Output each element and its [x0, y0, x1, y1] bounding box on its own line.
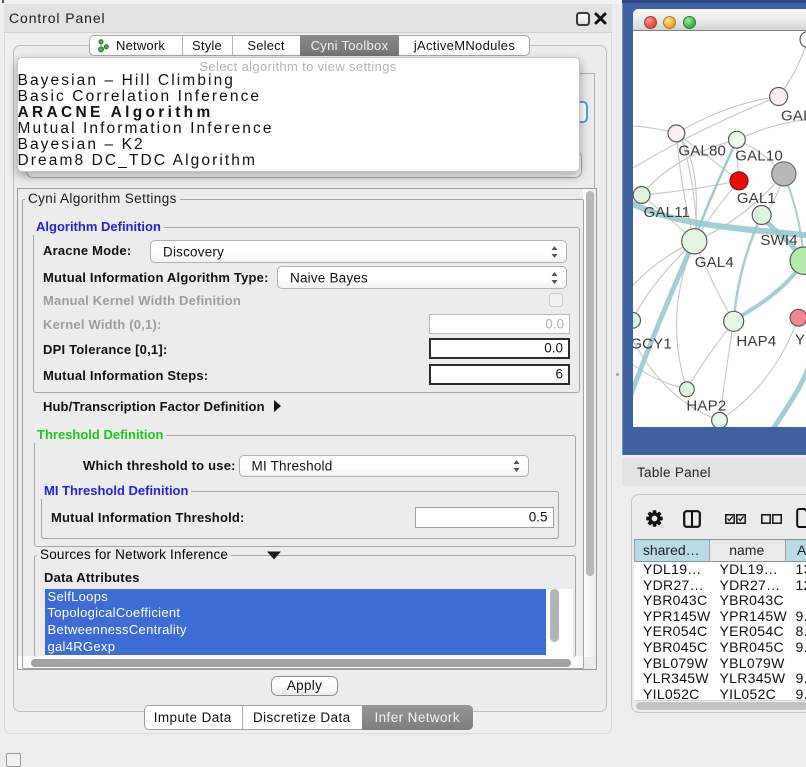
svg-text:GAL4: GAL4	[695, 254, 734, 271]
svg-text:GAL1: GAL1	[737, 190, 776, 207]
svg-text:HAP4: HAP4	[736, 333, 776, 350]
svg-text:GAL80: GAL80	[678, 142, 726, 159]
svg-text:GAL10: GAL10	[735, 148, 783, 165]
svg-text:SWI4: SWI4	[760, 232, 797, 249]
svg-text:GAL80: GAL80	[781, 108, 806, 125]
svg-text:YH: YH	[795, 331, 806, 348]
svg-text:GAL11: GAL11	[644, 204, 691, 221]
svg-text:HAP2: HAP2	[686, 398, 726, 415]
svg-text:GCY1: GCY1	[633, 336, 672, 353]
